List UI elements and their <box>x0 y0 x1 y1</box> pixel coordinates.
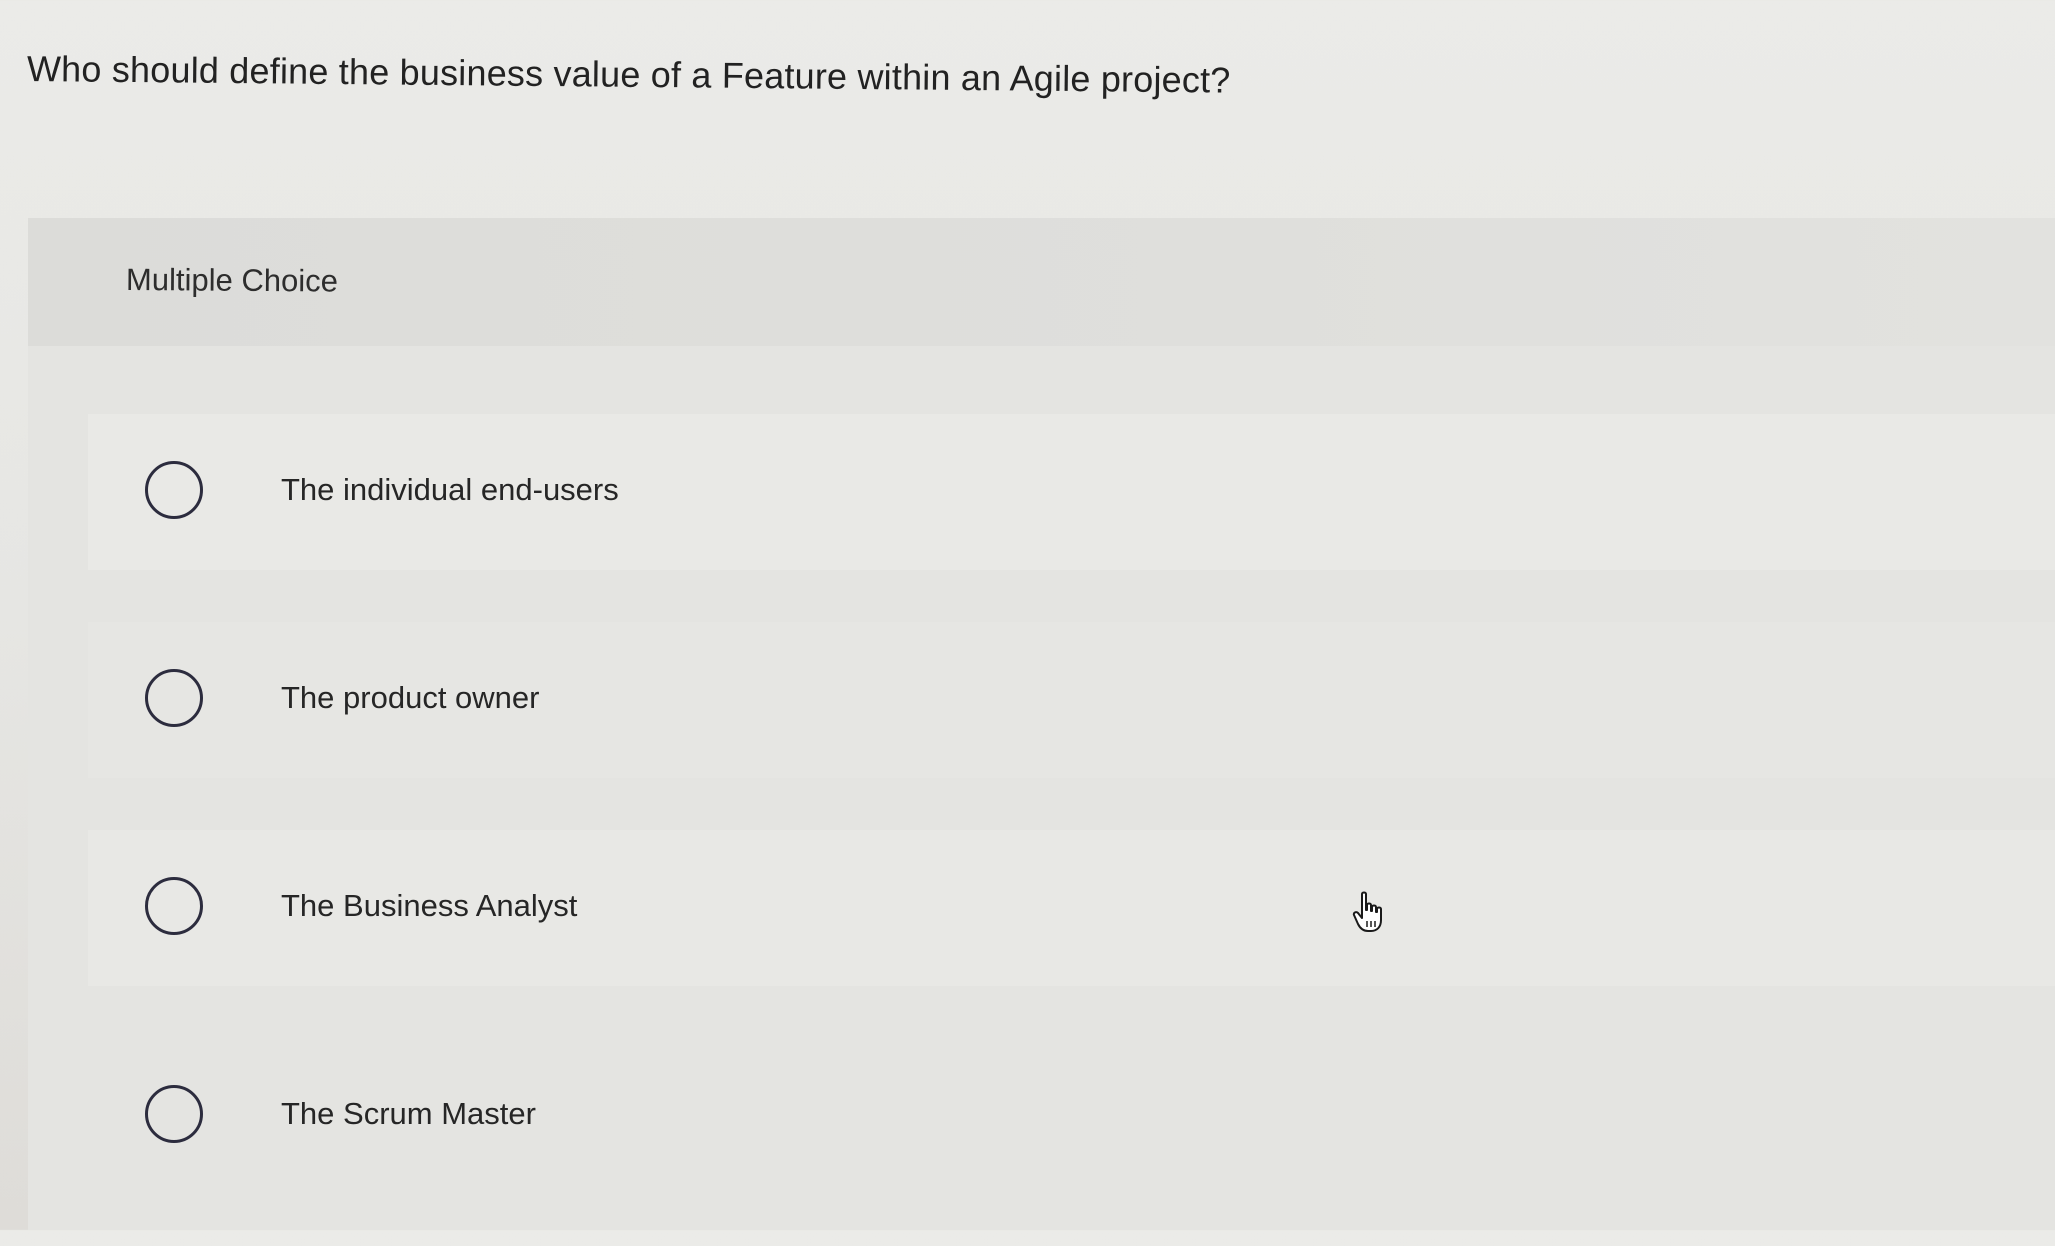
option-scrum-master[interactable]: The Scrum Master <box>88 1038 2055 1194</box>
option-label: The product owner <box>281 680 540 715</box>
panel-header: Multiple Choice <box>28 218 2055 346</box>
answer-panel: Multiple Choice The individual end-users… <box>28 218 2055 1230</box>
hand-pointer-icon <box>1352 891 1382 932</box>
option-label: The individual end-users <box>281 472 619 507</box>
option-product-owner[interactable]: The product owner <box>88 622 2055 778</box>
option-end-users[interactable]: The individual end-users <box>88 414 2055 570</box>
radio-button[interactable] <box>145 669 203 727</box>
radio-button[interactable] <box>145 1085 203 1143</box>
question-text: Who should define the business value of … <box>26 48 1231 101</box>
option-label: The Scrum Master <box>281 1096 536 1131</box>
options-list: The individual end-users The product own… <box>88 414 2055 1246</box>
option-business-analyst[interactable]: The Business Analyst <box>88 830 2055 986</box>
radio-button[interactable] <box>145 461 203 519</box>
question-type-label: Multiple Choice <box>125 262 339 299</box>
option-label: The Business Analyst <box>281 888 578 923</box>
radio-button[interactable] <box>145 877 203 935</box>
